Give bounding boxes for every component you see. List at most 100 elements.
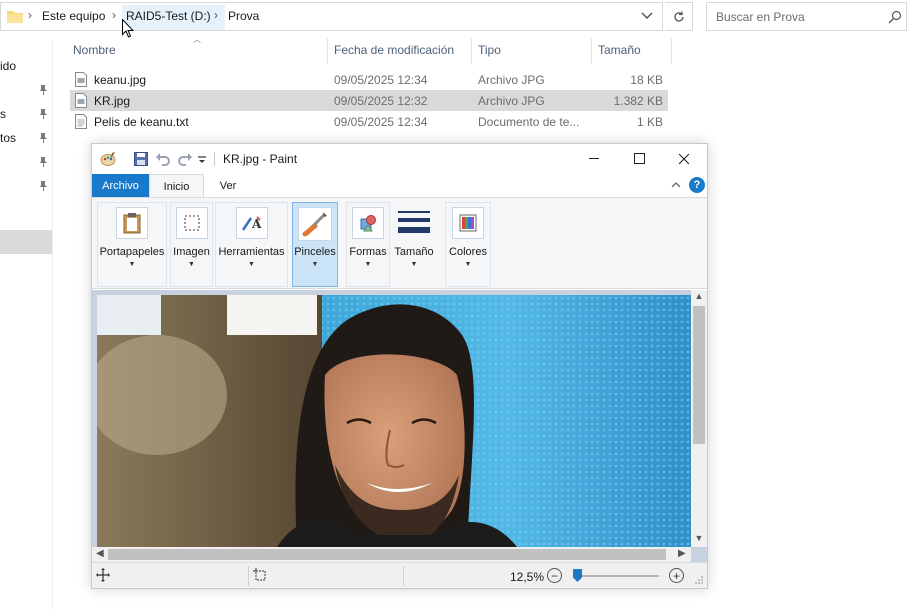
file-name: KR.jpg xyxy=(94,94,131,108)
refresh-button[interactable] xyxy=(665,2,693,31)
column-header-name[interactable]: Nombre xyxy=(73,43,116,57)
folder-icon xyxy=(7,11,23,23)
pin-icon[interactable] xyxy=(37,84,49,96)
address-bar[interactable]: › Este equipo › RAID5-Test (D:) › Prova xyxy=(0,2,663,31)
search-placeholder: Buscar en Prova xyxy=(716,10,805,24)
portrait-image xyxy=(97,295,691,547)
select-icon xyxy=(175,207,208,239)
file-row[interactable]: Pelis de keanu.txt 09/05/2025 12:34 Docu… xyxy=(70,111,668,132)
navigation-pane: ido s tos xyxy=(0,40,53,609)
chevron-down-icon[interactable] xyxy=(639,9,655,23)
group-label: Colores xyxy=(449,246,487,258)
search-icon[interactable] xyxy=(888,10,902,24)
collapse-ribbon-icon[interactable] xyxy=(669,178,683,192)
file-size: 18 KB xyxy=(630,73,663,87)
nav-item-selected[interactable] xyxy=(0,230,52,254)
file-type: Documento de te... xyxy=(478,115,580,129)
file-type: Archivo JPG xyxy=(478,73,545,87)
file-size: 1 KB xyxy=(636,115,663,129)
ribbon-panel: Portapapeles ▼ Imagen ▼ A Herramientas ▼… xyxy=(92,197,707,289)
horizontal-scrollbar[interactable]: ◀ ▶ xyxy=(92,547,691,562)
undo-icon[interactable] xyxy=(155,151,171,167)
shapes-icon xyxy=(352,207,384,239)
group-imagen[interactable]: Imagen ▼ xyxy=(170,202,213,287)
column-header-type[interactable]: Tipo xyxy=(478,43,501,57)
refresh-icon xyxy=(673,11,684,22)
group-label: Imagen xyxy=(173,246,210,258)
nav-item-label[interactable]: tos xyxy=(0,131,16,145)
scroll-up-icon[interactable]: ▲ xyxy=(694,291,704,301)
pin-icon[interactable] xyxy=(37,108,49,120)
file-row[interactable]: keanu.jpg 09/05/2025 12:34 Archivo JPG 1… xyxy=(70,69,668,90)
image-file-icon xyxy=(75,72,87,87)
paint-title-bar[interactable]: KR.jpg - Paint xyxy=(92,144,707,173)
tab-inicio[interactable]: Inicio xyxy=(149,174,204,198)
pin-icon[interactable] xyxy=(37,132,49,144)
quick-access-dropdown-icon[interactable] xyxy=(197,151,207,167)
column-divider[interactable] xyxy=(591,38,592,64)
group-label: Pinceles xyxy=(294,246,336,258)
redo-icon[interactable] xyxy=(177,151,193,167)
clipboard-icon xyxy=(116,207,148,239)
column-header-size[interactable]: Tamaño xyxy=(598,43,641,57)
paint-app-icon[interactable] xyxy=(100,151,116,167)
search-box[interactable]: Buscar en Prova xyxy=(706,2,907,31)
scroll-right-icon[interactable]: ▶ xyxy=(678,548,686,559)
vertical-scrollbar[interactable]: ▲ ▼ xyxy=(691,290,707,547)
resize-grip-icon[interactable] xyxy=(694,575,704,585)
pin-icon[interactable] xyxy=(37,156,49,168)
group-portapapeles[interactable]: Portapapeles ▼ xyxy=(97,202,167,287)
column-divider[interactable] xyxy=(671,38,672,64)
group-tamano[interactable]: Tamaño ▼ xyxy=(390,202,438,287)
zoom-out-button[interactable]: − xyxy=(547,568,562,583)
tools-icon: A xyxy=(235,207,268,239)
zoom-in-button[interactable]: + xyxy=(669,568,684,583)
save-icon[interactable] xyxy=(133,151,149,167)
group-label: Tamaño xyxy=(394,246,434,258)
nav-item-label[interactable]: ido xyxy=(0,59,16,73)
window-title: KR.jpg - Paint xyxy=(223,152,298,166)
maximize-button[interactable] xyxy=(616,144,662,173)
file-row-selected[interactable]: KR.jpg 09/05/2025 12:32 Archivo JPG 1.38… xyxy=(70,90,668,111)
selection-size-icon xyxy=(253,568,266,581)
tab-archivo[interactable]: Archivo xyxy=(92,174,149,197)
column-header-date[interactable]: Fecha de modificación xyxy=(334,43,454,57)
nav-item-label[interactable]: s xyxy=(0,107,6,121)
group-herramientas[interactable]: A Herramientas ▼ xyxy=(215,202,288,287)
group-colores[interactable]: Colores ▼ xyxy=(445,202,491,287)
photo-canvas[interactable] xyxy=(97,295,691,547)
scroll-thumb[interactable] xyxy=(693,306,705,444)
group-pinceles[interactable]: Pinceles ▼ xyxy=(292,202,338,287)
canvas-area[interactable]: ▲ ▼ ◀ ▶ xyxy=(92,290,707,562)
pin-icon[interactable] xyxy=(37,180,49,192)
close-button[interactable] xyxy=(661,144,707,173)
minimize-icon xyxy=(588,158,599,159)
help-icon[interactable]: ? xyxy=(689,177,705,193)
dropdown-arrow-icon: ▼ xyxy=(188,261,195,268)
file-type: Archivo JPG xyxy=(478,94,545,108)
size-icon xyxy=(397,207,431,239)
column-divider[interactable] xyxy=(471,38,472,64)
file-date: 09/05/2025 12:34 xyxy=(334,73,428,87)
scroll-left-icon[interactable]: ◀ xyxy=(96,548,104,559)
scroll-down-icon[interactable]: ▼ xyxy=(694,533,704,543)
image-file-icon xyxy=(75,93,87,108)
breadcrumb-item-raid5[interactable]: RAID5-Test (D:) xyxy=(126,9,211,23)
breadcrumb-separator-icon: › xyxy=(112,8,116,22)
scroll-thumb[interactable] xyxy=(108,549,666,560)
group-formas[interactable]: Formas ▼ xyxy=(346,202,390,287)
minimize-button[interactable] xyxy=(571,144,617,173)
maximize-icon xyxy=(633,153,645,164)
zoom-slider-track[interactable] xyxy=(573,575,659,577)
breadcrumb-item-prova[interactable]: Prova xyxy=(228,9,259,23)
file-name: Pelis de keanu.txt xyxy=(94,115,189,129)
breadcrumb-item-este-equipo[interactable]: Este equipo xyxy=(42,9,105,23)
title-divider xyxy=(214,152,215,166)
zoom-slider-thumb[interactable] xyxy=(573,569,582,582)
column-divider[interactable] xyxy=(327,38,328,64)
brush-icon xyxy=(298,207,332,241)
tab-ver[interactable]: Ver xyxy=(204,174,252,197)
dropdown-arrow-icon: ▼ xyxy=(128,261,136,268)
breadcrumb-separator-icon: › xyxy=(214,8,218,22)
group-label: Formas xyxy=(349,246,387,258)
